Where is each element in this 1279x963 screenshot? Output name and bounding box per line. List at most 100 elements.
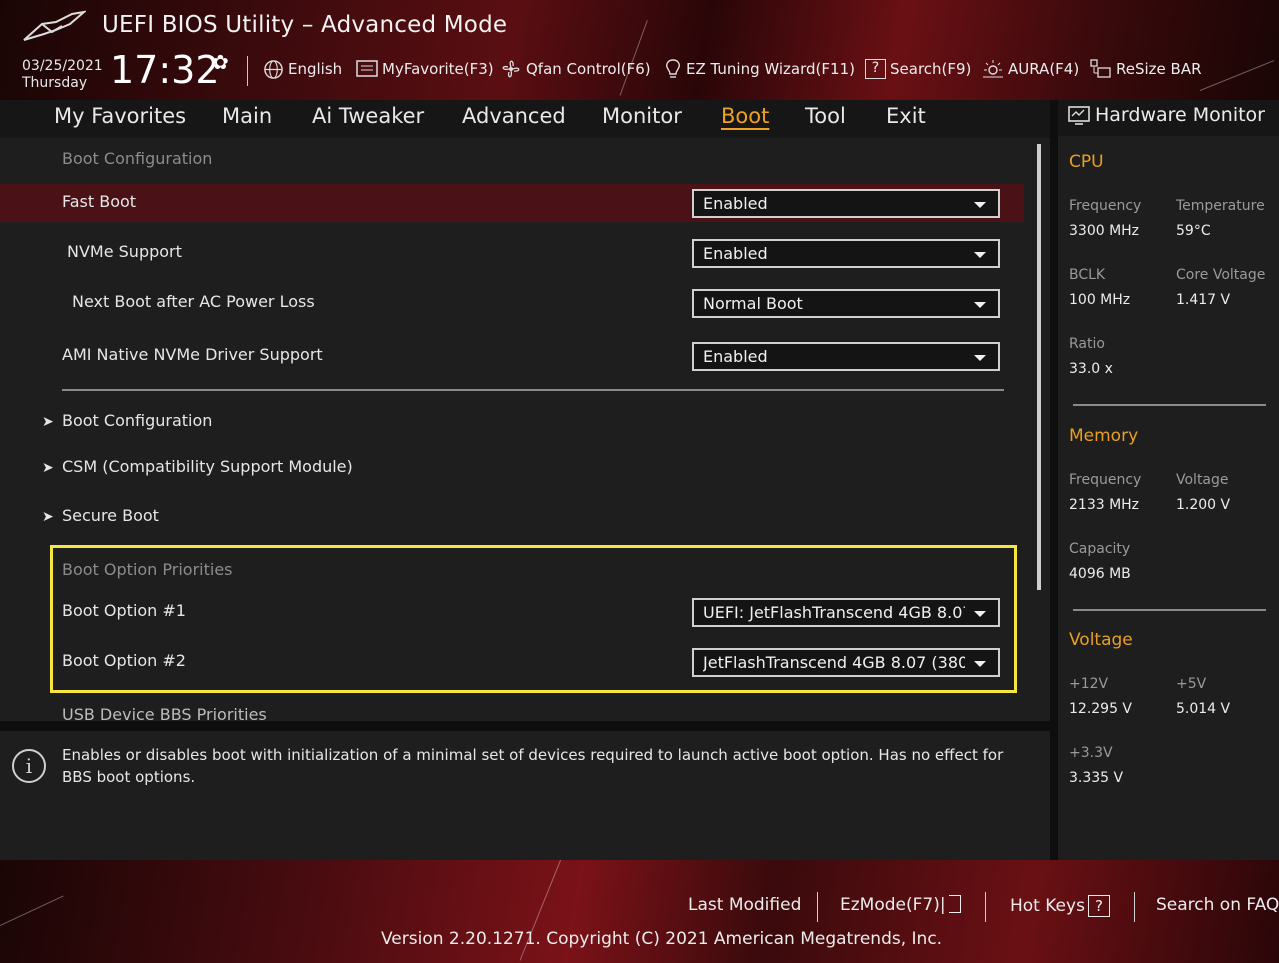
boot-option-1-label[interactable]: Boot Option #1 xyxy=(62,601,186,620)
chevron-down-icon xyxy=(974,302,986,308)
ami-nvme-driver-label[interactable]: AMI Native NVMe Driver Support xyxy=(62,345,323,364)
next-boot-ac-loss-label[interactable]: Next Boot after AC Power Loss xyxy=(72,292,315,311)
next-boot-ac-loss-select[interactable]: Normal Boot xyxy=(692,289,1000,318)
ami-nvme-driver-value: Enabled xyxy=(703,347,768,366)
nvme-support-select[interactable]: Enabled xyxy=(692,239,1000,268)
chevron-down-icon xyxy=(974,611,986,617)
memory-capacity-value: 4096 MB xyxy=(1069,566,1131,582)
aura-light-icon xyxy=(983,60,1003,78)
ratio-value: 33.0 x xyxy=(1069,361,1113,377)
exit-arrow-icon xyxy=(948,895,961,913)
boot-option-1-value: UEFI: JetFlashTranscend 4GB 8.07 (3800MB… xyxy=(703,603,965,622)
lightbulb-icon xyxy=(666,59,680,78)
submenu-arrow-icon: ➤ xyxy=(42,414,54,430)
ez-tuning-label: EZ Tuning Wizard(F11) xyxy=(686,60,855,78)
chevron-down-icon xyxy=(974,661,986,667)
clock-time: 17:32 xyxy=(110,48,220,92)
qfan-control-button[interactable]: Qfan Control(F6) xyxy=(500,57,651,81)
tab-tool[interactable]: Tool xyxy=(805,104,846,128)
tab-exit[interactable]: Exit xyxy=(886,104,926,128)
tab-boot[interactable]: Boot xyxy=(721,104,769,128)
favorite-list-icon xyxy=(356,60,378,77)
tab-advanced[interactable]: Advanced xyxy=(462,104,566,128)
v33-label: +3.3V xyxy=(1069,745,1113,761)
submenu-arrow-icon: ➤ xyxy=(42,460,54,476)
nvme-support-label[interactable]: NVMe Support xyxy=(67,242,182,261)
fast-boot-label[interactable]: Fast Boot xyxy=(62,192,136,211)
ami-nvme-driver-select[interactable]: Enabled xyxy=(692,342,1000,371)
voltage-heading: Voltage xyxy=(1069,630,1133,650)
cpu-temperature-value: 59°C xyxy=(1176,223,1211,239)
memory-voltage-value: 1.200 V xyxy=(1176,497,1231,513)
tab-monitor[interactable]: Monitor xyxy=(602,104,682,128)
search-label: Search(F9) xyxy=(890,60,972,78)
boot-option-1-select[interactable]: UEFI: JetFlashTranscend 4GB 8.07 (3800MB… xyxy=(692,598,1000,627)
submenu-boot-configuration[interactable]: Boot Configuration xyxy=(62,411,212,430)
hardware-monitor-title: Hardware Monitor xyxy=(1095,104,1265,126)
hot-keys-label: Hot Keys xyxy=(1010,896,1085,916)
bclk-label: BCLK xyxy=(1069,267,1106,283)
core-voltage-value: 1.417 V xyxy=(1176,292,1231,308)
help-description: Enables or disables boot with initializa… xyxy=(62,746,1004,786)
app-title: UEFI BIOS Utility – Advanced Mode xyxy=(102,12,508,38)
search-faq-button[interactable]: Search on FAQ xyxy=(1156,895,1279,915)
cpu-frequency-value: 3300 MHz xyxy=(1069,223,1140,239)
ratio-label: Ratio xyxy=(1069,336,1105,352)
last-modified-button[interactable]: Last Modified xyxy=(688,895,801,915)
boot-option-2-value: JetFlashTranscend 4GB 8.07 (3800MB) xyxy=(703,653,965,672)
help-search-icon: ? xyxy=(865,59,886,79)
fast-boot-value: Enabled xyxy=(703,194,768,213)
fast-boot-select[interactable]: Enabled xyxy=(692,189,1000,218)
v5-value: 5.014 V xyxy=(1176,701,1231,717)
footer-divider xyxy=(817,892,818,922)
tab-my-favorites[interactable]: My Favorites xyxy=(54,104,186,128)
cpu-heading: CPU xyxy=(1069,152,1104,172)
aura-label: AURA(F4) xyxy=(1008,60,1080,78)
resize-bar-label: ReSize BAR xyxy=(1116,60,1202,78)
nvme-support-value: Enabled xyxy=(703,244,768,263)
usb-bbs-priorities-item[interactable]: USB Device BBS Priorities xyxy=(62,704,267,720)
rog-logo-icon xyxy=(23,10,86,41)
hot-keys-button[interactable]: Hot Keys? xyxy=(1010,895,1110,917)
section-header-boot-configuration: Boot Configuration xyxy=(62,149,213,168)
core-voltage-label: Core Voltage xyxy=(1176,267,1266,283)
next-boot-ac-loss-value: Normal Boot xyxy=(703,294,803,313)
day-text: Thursday xyxy=(22,75,88,91)
chevron-down-icon xyxy=(974,355,986,361)
cpu-frequency-label: Frequency xyxy=(1069,198,1142,214)
clock-settings-gear-icon[interactable]: ✿ xyxy=(212,50,229,74)
myfavorite-label: MyFavorite(F3) xyxy=(382,60,494,78)
memory-heading: Memory xyxy=(1069,426,1139,446)
resize-bar-button[interactable]: ReSize BAR xyxy=(1090,57,1202,81)
question-icon: ? xyxy=(1087,895,1110,917)
tab-main[interactable]: Main xyxy=(222,104,272,128)
aura-button[interactable]: AURA(F4) xyxy=(982,57,1079,81)
ezmode-button[interactable]: EzMode(F7)| xyxy=(840,895,961,915)
version-copyright: Version 2.20.1271. Copyright (C) 2021 Am… xyxy=(381,929,943,949)
globe-icon xyxy=(264,59,283,79)
date-display: 03/25/2021 Thursday xyxy=(22,58,103,92)
memory-frequency-value: 2133 MHz xyxy=(1069,497,1140,513)
memory-voltage-label: Voltage xyxy=(1176,472,1229,488)
search-button[interactable]: ? Search(F9) xyxy=(865,57,971,81)
footer-divider xyxy=(1134,892,1135,922)
submenu-arrow-icon: ➤ xyxy=(42,509,54,525)
fan-icon xyxy=(502,60,520,78)
chevron-down-icon xyxy=(974,202,986,208)
boot-option-2-label[interactable]: Boot Option #2 xyxy=(62,651,186,670)
submenu-secure-boot[interactable]: Secure Boot xyxy=(62,506,159,525)
boot-option-2-select[interactable]: JetFlashTranscend 4GB 8.07 (3800MB) xyxy=(692,648,1000,677)
language-button[interactable]: English xyxy=(263,57,342,81)
header-divider xyxy=(247,56,248,86)
footer-divider xyxy=(985,892,986,922)
hw-divider xyxy=(1073,609,1266,611)
resize-bar-icon xyxy=(1090,59,1111,78)
ez-tuning-wizard-button[interactable]: EZ Tuning Wizard(F11) xyxy=(664,57,855,81)
myfavorite-button[interactable]: MyFavorite(F3) xyxy=(356,57,494,81)
tab-ai-tweaker[interactable]: Ai Tweaker xyxy=(312,104,424,128)
date-text: 03/25/2021 xyxy=(22,58,103,74)
submenu-csm[interactable]: CSM (Compatibility Support Module) xyxy=(62,457,353,476)
settings-scrollbar[interactable] xyxy=(1037,144,1041,590)
v5-label: +5V xyxy=(1176,676,1207,692)
bclk-value: 100 MHz xyxy=(1069,292,1131,308)
